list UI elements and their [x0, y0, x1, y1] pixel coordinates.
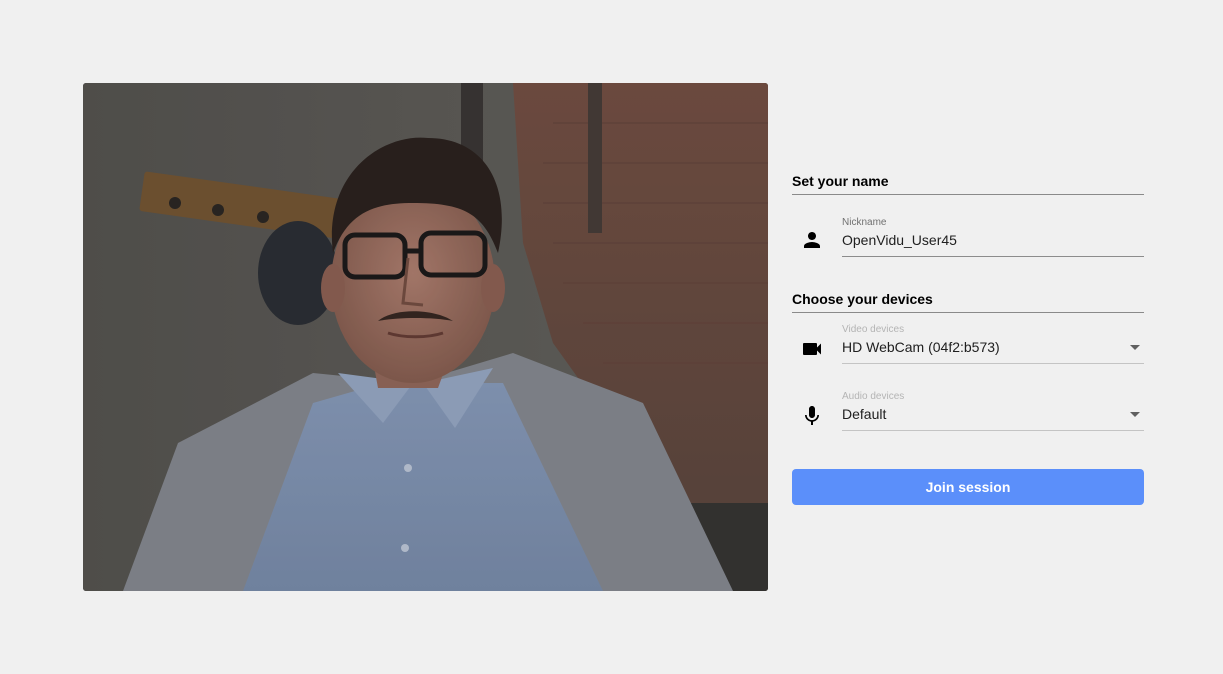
video-device-underline	[842, 363, 1144, 364]
set-name-title: Set your name	[792, 173, 889, 189]
prejoin-screen: Set your name Nickname OpenVidu_User45 C…	[0, 0, 1223, 674]
set-name-divider	[792, 194, 1144, 195]
settings-panel: Set your name Nickname OpenVidu_User45 C…	[792, 0, 1144, 674]
camera-preview	[83, 83, 768, 591]
video-device-select[interactable]: Video devices HD WebCam (04f2:b573)	[842, 324, 1144, 364]
audio-devices-label: Audio devices	[842, 391, 905, 402]
video-devices-label: Video devices	[842, 324, 905, 335]
choose-devices-title: Choose your devices	[792, 291, 933, 307]
audio-device-select[interactable]: Audio devices Default	[842, 391, 1144, 431]
choose-devices-divider	[792, 312, 1144, 313]
nickname-field[interactable]: Nickname OpenVidu_User45	[842, 217, 1144, 257]
nickname-underline	[842, 256, 1144, 257]
person-icon	[800, 228, 824, 252]
videocam-icon	[800, 337, 824, 361]
audio-device-underline	[842, 430, 1144, 431]
video-device-value[interactable]: HD WebCam (04f2:b573)	[842, 338, 1000, 356]
nickname-input[interactable]: OpenVidu_User45	[842, 231, 957, 249]
nickname-label: Nickname	[842, 217, 887, 228]
chevron-down-icon[interactable]	[1130, 345, 1140, 350]
chevron-down-icon[interactable]	[1130, 412, 1140, 417]
mic-icon	[800, 404, 824, 428]
camera-preview-image	[83, 83, 768, 591]
audio-device-value[interactable]: Default	[842, 405, 886, 423]
join-session-button[interactable]: Join session	[792, 469, 1144, 505]
